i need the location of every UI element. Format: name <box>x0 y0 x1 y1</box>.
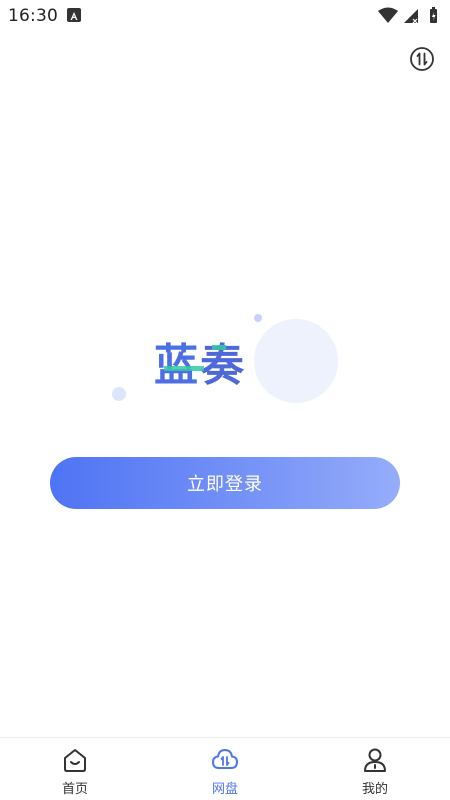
tab-cloud-disk-label: 网盘 <box>211 782 238 797</box>
signal-icon <box>404 9 418 24</box>
tab-home-label: 首页 <box>61 782 88 797</box>
battery-icon <box>430 7 437 23</box>
app-logo: 蓝奏 <box>108 312 342 412</box>
tab-profile[interactable]: 我的 <box>300 738 450 800</box>
profile-icon <box>364 748 386 772</box>
wifi-icon <box>378 7 398 23</box>
logo-green-accent-2 <box>212 345 226 350</box>
login-button[interactable]: 立即登录 <box>50 457 400 509</box>
transfer-arrows-icon <box>410 47 434 71</box>
cloud-disk-icon <box>212 749 238 769</box>
tab-profile-label: 我的 <box>361 782 388 797</box>
a-icon <box>67 8 81 22</box>
transfer-button[interactable] <box>409 46 435 72</box>
logo-green-accent <box>164 366 204 371</box>
status-icons <box>378 6 442 26</box>
tab-cloud-disk[interactable]: 网盘 <box>150 738 300 800</box>
status-time: 16:30 <box>8 6 58 26</box>
bottom-tab-bar: 首页 网盘 我的 <box>0 737 450 800</box>
tab-home[interactable]: 首页 <box>0 738 150 800</box>
home-icon <box>64 749 86 772</box>
status-bar: 16:30 <box>0 0 450 32</box>
